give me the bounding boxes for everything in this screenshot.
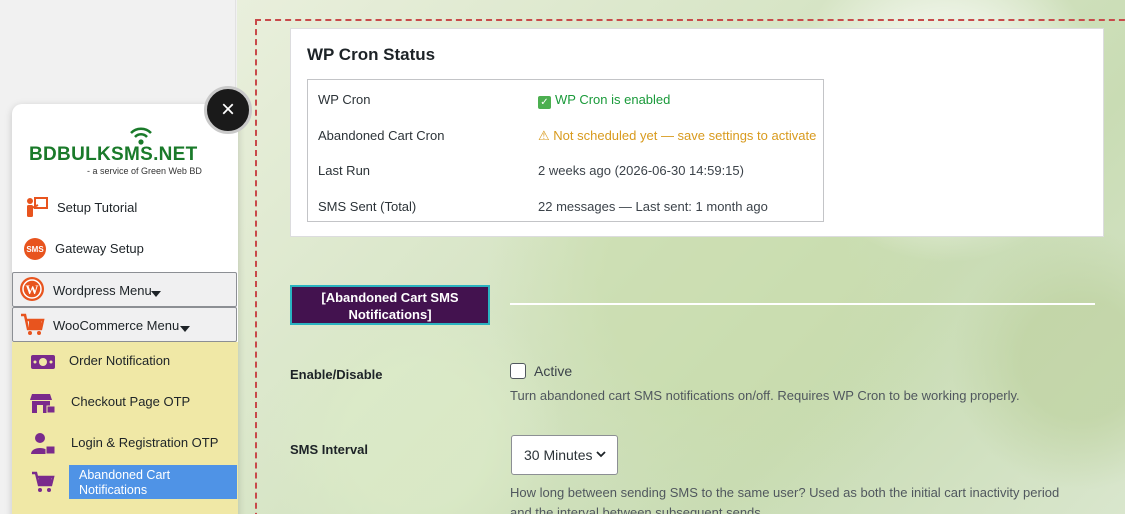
wordpress-icon: W: [20, 277, 44, 301]
cron-value: 22 messages — Last sent: 1 month ago: [538, 199, 768, 214]
cron-row-sms-sent: SMS Sent (Total) 22 messages — Last sent…: [308, 192, 823, 222]
enable-description: Turn abandoned cart SMS notifications on…: [510, 388, 1020, 403]
cron-status-table: WP Cron ✓ WP Cron is enabled Abandoned Ca…: [307, 79, 824, 222]
submenu-item-label: Login & Registration OTP: [71, 435, 219, 450]
caret-down-icon: [180, 321, 190, 339]
submenu-item-login-otp[interactable]: Login & Registration OTP: [12, 424, 238, 465]
menu-item-label: Gateway Setup: [55, 241, 144, 256]
sms-interval-description: How long between sending SMS to the same…: [510, 485, 1060, 514]
menu-item-setup-tutorial[interactable]: Setup Tutorial: [12, 190, 238, 224]
section-heading: [Abandoned Cart SMS Notifications]: [290, 285, 490, 325]
cron-value: 2 weeks ago (2026-06-30 14:59:15): [538, 163, 744, 178]
floating-plugin-menu: BDBULKSMS.NET - a service of Green Web B…: [12, 104, 238, 514]
cron-key: SMS Sent (Total): [318, 199, 417, 214]
menu-item-gateway-setup[interactable]: SMS Gateway Setup: [12, 231, 238, 265]
sms-interval-select[interactable]: 30 Minutes: [511, 435, 618, 475]
sms-interval-label: SMS Interval: [290, 442, 369, 457]
cron-row-wp-cron: WP Cron ✓ WP Cron is enabled: [308, 85, 823, 115]
close-menu-button[interactable]: ×: [204, 86, 252, 134]
svg-text:SMS: SMS: [26, 245, 44, 254]
cart-icon: [21, 313, 45, 335]
woocommerce-menu-toggle[interactable]: WooCommerce Menu: [12, 307, 237, 342]
submenu-item-label: Checkout Page OTP: [71, 394, 191, 409]
submenu-active-label[interactable]: Abandoned Cart Notifications: [69, 465, 237, 499]
cron-value-text: WP Cron is enabled: [555, 92, 671, 107]
cron-row-last-run: Last Run 2 weeks ago (2026-06-30 14:59:1…: [308, 156, 823, 186]
user-lock-icon: [31, 433, 56, 455]
wifi-icon: [130, 127, 152, 145]
sms-icon: SMS: [24, 238, 46, 260]
cron-value: ⚠ Not scheduled yet — save settings to a…: [538, 128, 817, 143]
cron-key: Abandoned Cart Cron: [318, 128, 445, 143]
store-lock-icon: [30, 394, 56, 414]
menu-item-label: Setup Tutorial: [57, 200, 138, 215]
logo-text: BDBULKSMS.NET: [29, 144, 198, 165]
submenu-item-label: Order Notification: [69, 353, 171, 368]
check-icon: ✓: [538, 96, 551, 109]
logo-tagline: - a service of Green Web BD: [87, 166, 202, 176]
sms-interval-value: 30 Minutes: [524, 447, 593, 463]
submenu-item-order-notification[interactable]: Order Notification: [12, 342, 238, 383]
bdbulksms-logo[interactable]: BDBULKSMS.NET - a service of Green Web B…: [29, 126, 219, 181]
cron-key: Last Run: [318, 163, 371, 178]
active-checkbox-label[interactable]: Active: [534, 363, 572, 379]
cart-icon: [32, 471, 55, 492]
tutorial-icon: [27, 197, 48, 217]
cron-value: ✓ WP Cron is enabled: [538, 92, 670, 109]
chevron-down-icon: [595, 448, 607, 463]
money-icon: [31, 355, 55, 369]
active-checkbox[interactable]: [510, 363, 526, 379]
cron-status-card: WP Cron Status WP Cron ✓ WP Cron is enabl…: [290, 28, 1104, 237]
woocommerce-menu-label: WooCommerce Menu: [53, 318, 180, 333]
cron-row-abandoned-cart: Abandoned Cart Cron ⚠ Not scheduled yet …: [308, 121, 823, 151]
cron-key: WP Cron: [318, 92, 371, 107]
wordpress-menu-toggle[interactable]: W Wordpress Menu: [12, 272, 237, 307]
woocommerce-submenu: Order Notification Checkout Page OTP Log…: [12, 342, 238, 514]
section-divider: [510, 303, 1095, 305]
submenu-item-checkout-otp[interactable]: Checkout Page OTP: [12, 383, 238, 424]
enable-disable-label: Enable/Disable: [290, 367, 383, 382]
svg-text:W: W: [26, 282, 39, 297]
cron-status-title: WP Cron Status: [307, 45, 436, 64]
caret-down-icon: [151, 286, 161, 304]
wordpress-menu-label: Wordpress Menu: [53, 283, 152, 298]
